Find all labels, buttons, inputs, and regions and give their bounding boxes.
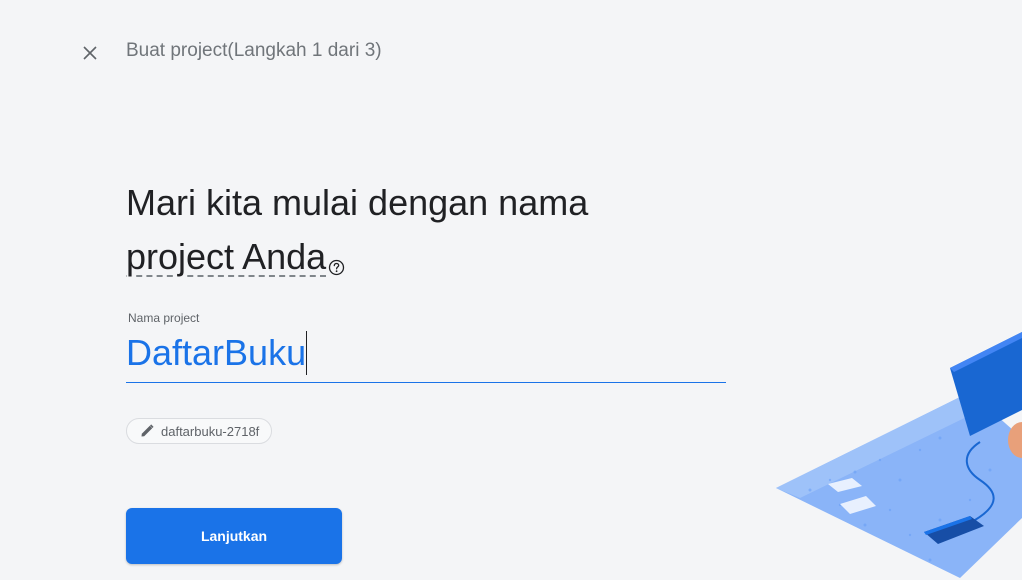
page-headline: Mari kita mulai dengan nama project Anda [126, 176, 686, 284]
close-button[interactable] [74, 37, 106, 69]
close-icon [83, 46, 97, 60]
project-id-label: daftarbuku-2718f [161, 423, 260, 439]
project-name-value: DaftarBuku [126, 332, 307, 373]
project-name-label: Nama project [128, 311, 200, 325]
step-title: Buat project(Langkah 1 dari 3) [126, 40, 382, 61]
workspace-illustration [776, 332, 1022, 578]
text-caret [306, 331, 308, 375]
headline-term[interactable]: project Anda [126, 236, 326, 277]
headline-line-1: Mari kita mulai dengan nama [126, 182, 589, 223]
project-id-chip[interactable]: daftarbuku-2718f [126, 418, 273, 444]
headline-line-2: project Anda [126, 230, 686, 284]
pencil-icon [141, 424, 154, 437]
project-name-input[interactable]: DaftarBuku [126, 328, 726, 383]
continue-button[interactable]: Lanjutkan [126, 508, 342, 564]
help-circle-icon[interactable] [328, 237, 345, 276]
